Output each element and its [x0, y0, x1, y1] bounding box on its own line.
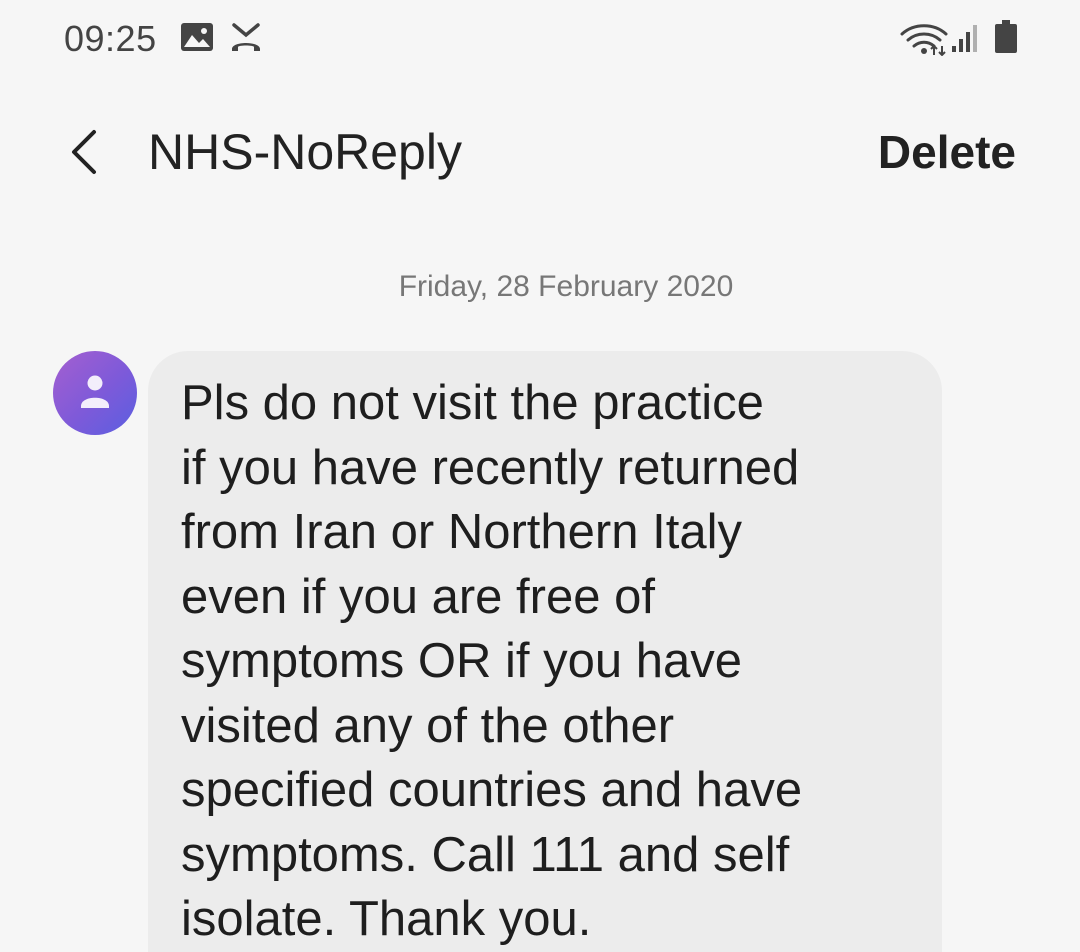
avatar[interactable]: [53, 351, 137, 435]
status-bar: 09:25: [0, 0, 1080, 80]
delete-button[interactable]: Delete: [878, 122, 1016, 182]
person-icon: [81, 375, 109, 408]
battery-icon: [994, 20, 1018, 54]
conversation-header: NHS-NoReply Delete: [0, 100, 1080, 210]
gallery-icon: [180, 22, 214, 52]
message-bubble[interactable]: Pls do not visit the practice if you hav…: [148, 351, 942, 952]
contact-name: NHS-NoReply: [148, 124, 462, 180]
wifi-icon: [900, 22, 948, 57]
message-text: Pls do not visit the practice if you hav…: [181, 376, 803, 946]
back-button[interactable]: [58, 120, 114, 184]
signal-icon: [950, 22, 982, 54]
status-time: 09:25: [64, 18, 157, 59]
date-separator: Friday, 28 February 2020: [398, 270, 734, 303]
messages-screen: 09:25 NHS-NoReply Delete Friday, 28 Febr…: [0, 0, 1080, 952]
missed-call-icon: [228, 22, 264, 54]
chevron-left-icon: [72, 130, 96, 174]
